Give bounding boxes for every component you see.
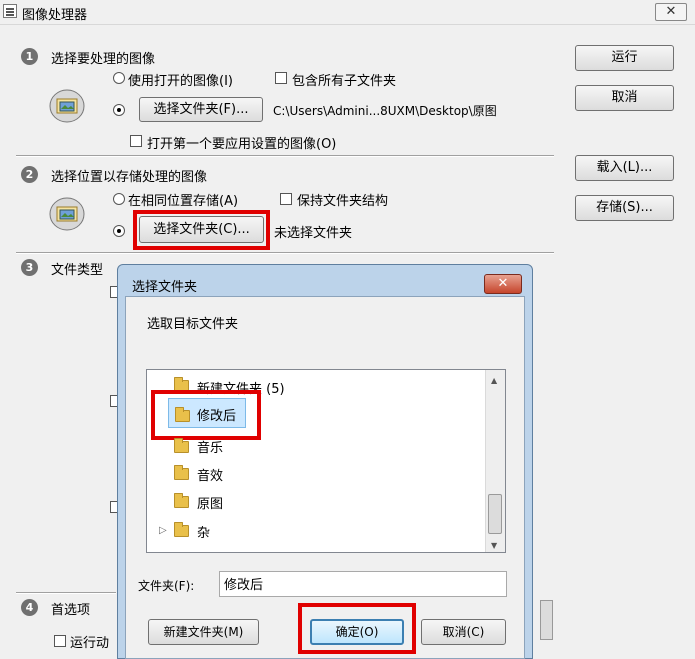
select-dest-folder-button[interactable]: 选择文件夹(C)... [139,216,264,243]
new-folder-button[interactable]: 新建文件夹(M) [148,619,259,645]
section1-title: 选择要处理的图像 [51,52,156,67]
section3-title: 文件类型 [51,263,104,278]
dialog-prompt: 选取目标文件夹 [147,317,239,332]
radio-use-open-images-label: 使用打开的图像(I) [128,74,233,89]
scroll-up-icon[interactable]: ▲ [491,376,497,385]
dialog-title: 选择文件夹 [132,280,198,295]
photo-folder-icon [49,89,85,123]
run-action-checkbox[interactable] [54,635,66,647]
folder-icon [174,493,189,508]
ok-button[interactable]: 确定(O) [310,619,404,645]
scroll-thumb[interactable] [488,494,502,534]
tree-item[interactable]: 原图 [197,493,223,512]
divider-2 [16,252,554,254]
dialog-cancel-button[interactable]: 取消(C) [421,619,506,645]
run-action-label: 运行动 [70,636,110,651]
step-2-icon: 2 [21,166,38,183]
divider-3 [16,592,116,594]
open-first-image-checkbox[interactable] [130,135,142,147]
include-subfolders-label: 包含所有子文件夹 [292,74,397,89]
no-folder-selected-text: 未选择文件夹 [274,226,353,241]
section4-title: 首选项 [51,603,91,618]
step-4-icon: 4 [21,599,38,616]
scroll-down-icon[interactable]: ▼ [491,541,497,550]
partial-control [540,600,553,640]
select-source-folder-button[interactable]: 选择文件夹(F)... [139,97,263,122]
keep-folder-structure-checkbox[interactable] [280,193,292,205]
load-button[interactable]: 载入(L)... [575,155,674,181]
title-bar [0,0,695,25]
run-button[interactable]: 运行 [575,45,674,71]
photo-folder-icon [49,197,85,231]
folder-icon [174,438,189,453]
dialog-close-button[interactable]: ✕ [484,274,522,294]
tree-item[interactable]: 音效 [197,465,223,484]
step-1-icon: 1 [21,48,38,65]
divider-1 [16,155,554,157]
step-3-icon: 3 [21,259,38,276]
radio-save-same-location[interactable] [113,193,125,205]
highlight-selected-folder [151,390,261,440]
folder-name-input[interactable]: 修改后 [219,571,507,597]
folder-field-label: 文件夹(F): [138,579,195,593]
radio-select-dest-folder[interactable] [113,225,125,237]
tree-item[interactable]: 音乐 [197,437,223,456]
save-settings-button[interactable]: 存储(S)... [575,195,674,221]
open-first-image-label: 打开第一个要应用设置的图像(O) [147,137,337,152]
source-folder-path: C:\Users\Admini...8UXM\Desktop\原图 [273,104,497,118]
folder-icon [174,522,189,537]
folder-icon [174,465,189,480]
radio-use-open-images[interactable] [113,72,125,84]
section2-title: 选择位置以存储处理的图像 [51,170,208,185]
cancel-button[interactable]: 取消 [575,85,674,111]
tree-item[interactable]: 杂 [197,522,210,541]
window-title: 图像处理器 [22,8,88,23]
radio-save-same-location-label: 在相同位置存储(A) [128,194,239,209]
app-icon [3,4,17,18]
radio-select-folder[interactable] [113,104,125,116]
window-close-button[interactable]: ✕ [655,3,687,21]
expand-chevron-icon[interactable]: ▷ [159,525,167,536]
include-subfolders-checkbox[interactable] [275,72,287,84]
keep-folder-structure-label: 保持文件夹结构 [297,194,389,209]
